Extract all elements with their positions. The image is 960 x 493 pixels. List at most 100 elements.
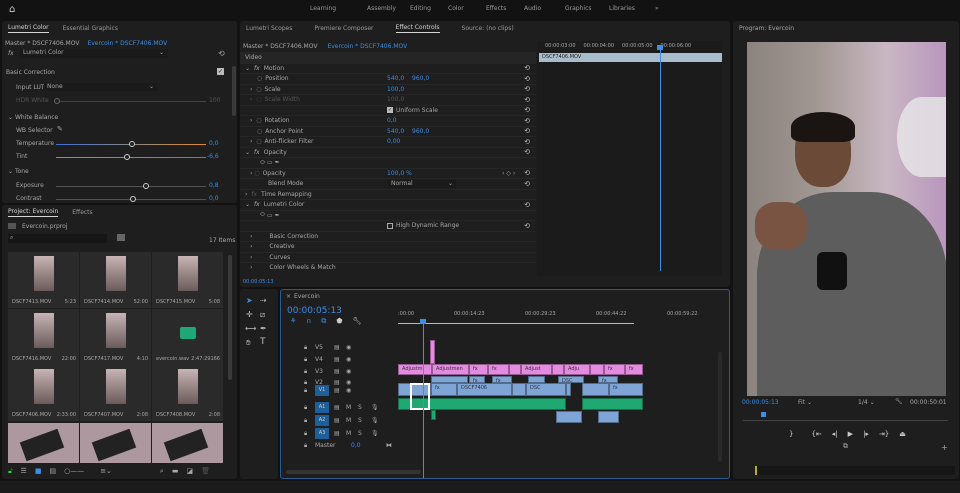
position-y[interactable]: 960,0	[412, 75, 429, 82]
sequence-clip[interactable]: Evercoin * DSCF7406.MOV	[327, 43, 407, 50]
timeline-clip[interactable]	[552, 364, 564, 375]
lock-icon[interactable]: 🔒︎	[304, 417, 307, 425]
track-target[interactable]: V3	[315, 368, 323, 375]
contrast-slider[interactable]	[56, 196, 206, 202]
timeline-clip[interactable]: fx	[431, 383, 457, 396]
slip-tool-icon[interactable]: ⟷	[245, 324, 256, 333]
lock-icon[interactable]: 🔒︎	[304, 387, 307, 395]
workspace-editing[interactable]: Editing	[410, 5, 448, 12]
tab-essential-graphics[interactable]: Essential Graphics	[63, 25, 118, 32]
track-target[interactable]: V5	[315, 344, 323, 351]
workspace-graphics[interactable]: Graphics	[565, 5, 609, 12]
track-target[interactable]: A2	[315, 415, 329, 426]
timeline-clip[interactable]	[582, 383, 609, 396]
timeline-clip[interactable]	[509, 364, 521, 375]
settings-wrench-icon[interactable]: 🔧︎	[895, 398, 903, 405]
timeline-clip[interactable]: Adjustmen	[432, 364, 469, 375]
project-item[interactable]: DSCF7413.MOV 5:23	[8, 252, 79, 308]
pen-mask-icon[interactable]: ✒	[275, 212, 280, 219]
eye-icon[interactable]: ◉	[346, 368, 351, 375]
workspace-audio[interactable]: Audio	[524, 5, 565, 12]
lock-icon[interactable]: 🔓︎	[8, 467, 13, 476]
timeline-clip[interactable]	[556, 411, 582, 423]
timeline-clip[interactable]	[598, 411, 619, 423]
timeline-clip[interactable]	[431, 376, 468, 383]
settings-wrench-icon[interactable]: 🔧︎	[353, 317, 362, 326]
timeline-clip[interactable]: Adju	[564, 364, 590, 375]
pen-mask-icon[interactable]: ✒	[275, 159, 280, 166]
pen-tool-icon[interactable]: ✒	[260, 324, 267, 333]
input-lut-select[interactable]: None ⌄	[44, 83, 158, 91]
tab-project[interactable]: Project: Evercoin	[8, 208, 59, 217]
temperature-value[interactable]: 0,0	[209, 140, 219, 147]
hdr-checkbox[interactable]	[387, 222, 393, 229]
hand-tool-icon[interactable]: ✋︎	[246, 338, 251, 348]
mute-button[interactable]: M	[346, 404, 351, 411]
razor-tool-icon[interactable]: ⧄	[260, 310, 265, 320]
workspace-libraries[interactable]: Libraries	[609, 5, 655, 12]
scrollbar[interactable]	[232, 66, 236, 116]
timeline-clip[interactable]	[566, 383, 571, 396]
mute-button[interactable]: M	[346, 417, 351, 424]
microphone-icon[interactable]: 🎙︎	[371, 417, 379, 424]
sync-lock-icon[interactable]: ▤	[334, 356, 340, 363]
master-clip[interactable]: Master * DSCF7406.MOV	[243, 43, 317, 50]
hdr-white-slider[interactable]	[54, 98, 206, 104]
program-timecode[interactable]: 00:00:05:13	[742, 399, 779, 406]
solo-button[interactable]: S	[358, 430, 362, 437]
timeline-clip[interactable]: fx	[488, 364, 509, 375]
ripple-edit-tool-icon[interactable]: ✛	[246, 310, 253, 319]
timeline-clip[interactable]: fx	[598, 376, 618, 383]
opacity-value[interactable]: 100,0 %	[387, 170, 412, 177]
scale-value[interactable]: 100,0	[387, 86, 404, 93]
color-wheels-row[interactable]: › Color Wheels & Match	[240, 262, 536, 273]
vertical-scrollbar[interactable]	[718, 352, 722, 462]
new-bin-button[interactable]: ▬	[172, 467, 179, 476]
resolution-select[interactable]: 1/4 ⌄	[858, 399, 875, 406]
timeline-clip[interactable]: Adjust	[521, 364, 552, 375]
position-x[interactable]: 540,0	[387, 75, 404, 82]
mute-button[interactable]: M	[346, 430, 351, 437]
play-icon[interactable]: ▶	[848, 430, 853, 438]
project-item[interactable]: DSCF7406.MOV 2:33:00	[8, 365, 79, 421]
ellipse-mask-icon[interactable]: ⬭	[260, 211, 265, 219]
project-item[interactable]: DSCF7414.MOV 52:00	[80, 252, 151, 308]
anchor-x[interactable]: 540,0	[387, 128, 404, 135]
project-item[interactable]: DSCF7417.MOV 4:10	[80, 309, 151, 365]
anchor-y[interactable]: 960,0	[412, 128, 429, 135]
eye-icon[interactable]: ◉	[346, 387, 351, 394]
workspace-assembly[interactable]: Assembly	[367, 5, 410, 12]
sync-lock-icon[interactable]: ▤	[334, 368, 340, 375]
exposure-slider[interactable]	[56, 183, 206, 189]
type-tool-icon[interactable]: T	[260, 337, 266, 347]
step-back-icon[interactable]: ◂|	[832, 430, 838, 438]
basic-correction-checkbox[interactable]: ✓	[217, 68, 224, 75]
track-target[interactable]: V1	[315, 385, 329, 396]
timeline-clip[interactable]: fx	[469, 376, 485, 383]
sync-lock-icon[interactable]: ▤	[334, 417, 340, 424]
scrollbar[interactable]	[228, 255, 232, 380]
antiflicker-value[interactable]: 0,00	[387, 138, 400, 145]
tab-source[interactable]: Source: (no clips)	[462, 25, 514, 32]
sort-icon[interactable]: ≡⌄	[100, 467, 112, 476]
program-scrubber[interactable]	[743, 413, 948, 421]
timeline-clip[interactable]: fx	[469, 364, 488, 375]
go-to-in-icon[interactable]: {⇤	[811, 430, 821, 438]
keyframe-nav[interactable]: ‹ ◇ ›	[502, 170, 515, 177]
icon-view-icon[interactable]: ■	[35, 467, 42, 476]
project-item[interactable]: DSCF7415.MOV 5:08	[152, 252, 223, 308]
ec-clip[interactable]: DSCF7406.MOV	[539, 53, 722, 62]
lock-icon[interactable]: 🔒︎	[304, 430, 307, 438]
timeline-clip[interactable]	[512, 383, 526, 396]
lock-icon[interactable]: 🔒︎	[304, 442, 307, 450]
reset-icon[interactable]: ⟲	[218, 49, 225, 58]
workspaces-more[interactable]: »	[655, 5, 659, 12]
white-balance-heading[interactable]: ⌄ White Balance	[8, 114, 58, 121]
microphone-icon[interactable]: 🎙︎	[371, 404, 379, 411]
project-item[interactable]: evercoin.wav 2:47:29166	[152, 309, 223, 365]
mark-out-icon[interactable]: }	[789, 430, 793, 438]
project-item[interactable]: DSCF7408.MOV 2:08	[152, 365, 223, 421]
tab-effect-controls[interactable]: Effect Controls	[395, 24, 440, 33]
motion-section[interactable]: ⌄ fx Motion ⟲	[240, 62, 536, 74]
search-input[interactable]: ⌕	[8, 234, 107, 243]
